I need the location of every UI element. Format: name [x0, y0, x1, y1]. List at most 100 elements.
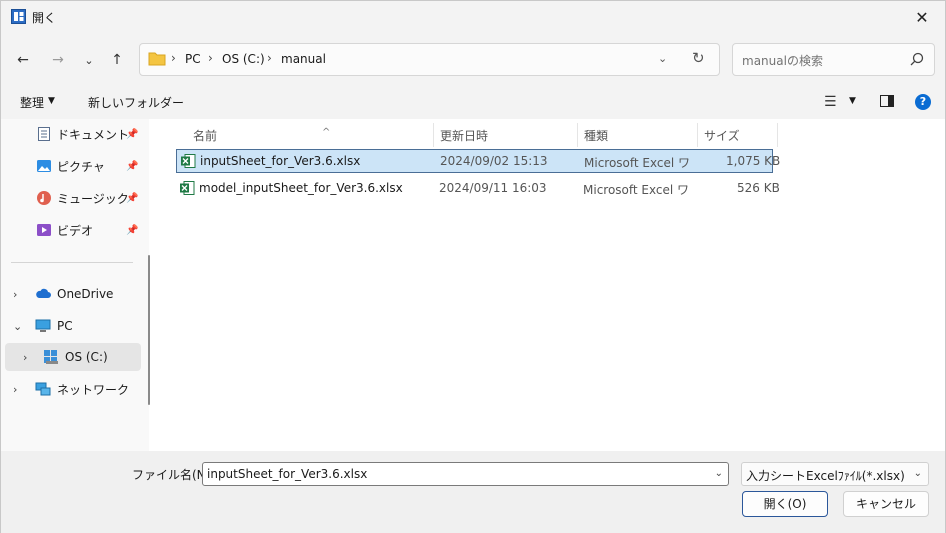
file-modified: 2024/09/11 16:03: [439, 181, 547, 195]
command-bar: 整理 ▼ 新しいフォルダー ☰ ▼ ?: [1, 85, 945, 119]
sidebar-item-music[interactable]: ミュージック 📌: [1, 184, 142, 212]
sidebar-item-label: ネットワーク: [57, 382, 130, 397]
app-icon: [11, 9, 26, 24]
pin-icon[interactable]: 📌: [126, 193, 138, 204]
search-placeholder: manualの検索: [742, 54, 823, 68]
music-icon: [37, 191, 51, 205]
breadcrumb-separator-icon: ›: [171, 51, 176, 65]
folder-icon: [148, 52, 166, 66]
breadcrumb-pc[interactable]: PC: [185, 52, 201, 66]
arrow-right-icon: →: [52, 52, 64, 68]
file-name: model_inputSheet_for_Ver3.6.xlsx: [199, 181, 403, 195]
chevron-down-icon: ⌄: [84, 53, 94, 67]
cancel-button[interactable]: キャンセル: [843, 491, 929, 517]
help-icon[interactable]: ?: [915, 94, 931, 110]
file-modified: 2024/09/02 15:13: [440, 154, 548, 168]
refresh-icon[interactable]: ↻: [692, 49, 705, 67]
column-header-size[interactable]: サイズ: [698, 123, 778, 147]
sidebar-item-videos[interactable]: ビデオ 📌: [1, 216, 142, 244]
sidebar-item-label: ミュージック: [57, 191, 129, 206]
column-header-name[interactable]: 名前 ^: [176, 123, 434, 147]
pictures-icon: [37, 160, 51, 172]
sidebar-item-label: PC: [57, 319, 73, 333]
column-header-type[interactable]: 種類: [578, 123, 698, 147]
search-icon: [910, 52, 924, 66]
sidebar-scrollbar[interactable]: [148, 255, 150, 405]
chevron-down-icon[interactable]: ⌄: [13, 320, 22, 333]
cloud-icon: [36, 288, 51, 298]
chevron-down-icon[interactable]: ⌄: [715, 468, 723, 479]
chevron-right-icon[interactable]: ›: [13, 383, 17, 396]
file-size: 1,075 KB: [726, 154, 781, 168]
column-header-label: サイズ: [704, 129, 740, 143]
file-type-value: 入力シートExcelﾌｧｲﾙ(*.xlsx): [746, 469, 905, 483]
chevron-right-icon[interactable]: ›: [13, 288, 17, 301]
back-button[interactable]: ←: [10, 47, 36, 73]
document-icon: [38, 127, 50, 141]
file-list: 名前 ^ 更新日時 種類 サイズ inputSheet_for_Ver3.6.x…: [159, 119, 945, 451]
dialog-footer: ファイル名(N): inputSheet_for_Ver3.6.xlsx ⌄ 入…: [1, 451, 945, 533]
address-bar[interactable]: › PC › OS (C:) › manual ⌄ ↻: [139, 43, 720, 76]
open-button[interactable]: 開く(O): [742, 491, 828, 517]
sidebar-item-label: OS (C:): [65, 350, 108, 364]
navigation-bar: ← → ⌄ ↑ › PC › OS (C:) › manual ⌄ ↻ manu…: [1, 33, 945, 85]
video-icon: [37, 224, 51, 236]
file-row[interactable]: model_inputSheet_for_Ver3.6.xlsx 2024/09…: [176, 177, 780, 201]
chevron-right-icon[interactable]: ›: [23, 351, 27, 364]
caret-down-icon: ▼: [48, 96, 55, 106]
sidebar-item-documents[interactable]: ドキュメント 📌: [1, 120, 142, 148]
sidebar-item-label: ビデオ: [57, 223, 94, 238]
sort-ascending-icon: ^: [322, 127, 331, 138]
pin-icon[interactable]: 📌: [126, 129, 138, 140]
file-name: inputSheet_for_Ver3.6.xlsx: [200, 154, 361, 168]
caret-down-icon[interactable]: ▼: [849, 96, 856, 106]
breadcrumb-folder[interactable]: manual: [281, 52, 326, 66]
search-input[interactable]: manualの検索: [732, 43, 935, 76]
new-folder-button[interactable]: 新しいフォルダー: [88, 94, 184, 111]
column-header-label: 種類: [584, 129, 609, 143]
pc-icon: [35, 319, 51, 332]
recent-locations-button[interactable]: ⌄: [76, 47, 102, 73]
breadcrumb-separator-icon: ›: [208, 51, 213, 65]
excel-file-icon: [180, 181, 195, 195]
close-button[interactable]: ✕: [899, 1, 945, 33]
view-options-icon[interactable]: ☰: [824, 94, 837, 110]
sidebar-item-pictures[interactable]: ピクチャ 📌: [1, 152, 142, 180]
pin-icon[interactable]: 📌: [126, 225, 138, 236]
arrow-left-icon: ←: [17, 52, 29, 68]
forward-button[interactable]: →: [45, 47, 71, 73]
sidebar-item-label: ドキュメント: [57, 127, 130, 142]
address-history-dropdown-icon[interactable]: ⌄: [658, 52, 667, 65]
excel-file-icon: [181, 154, 196, 168]
sidebar-item-drive-c[interactable]: › OS (C:): [5, 343, 141, 371]
arrow-up-icon: ↑: [111, 52, 123, 68]
window-title: 開く: [32, 11, 57, 25]
network-icon: [35, 382, 51, 396]
close-icon: ✕: [915, 7, 929, 27]
breadcrumb-separator-icon: ›: [267, 51, 272, 65]
file-row[interactable]: inputSheet_for_Ver3.6.xlsx 2024/09/02 15…: [176, 149, 780, 173]
sidebar-item-label: ピクチャ: [57, 159, 105, 174]
sidebar-divider: [11, 262, 133, 263]
title-bar: 開く ✕: [1, 1, 945, 33]
filename-value: inputSheet_for_Ver3.6.xlsx: [207, 467, 368, 481]
column-header-modified[interactable]: 更新日時: [434, 123, 578, 147]
file-type-select[interactable]: 入力シートExcelﾌｧｲﾙ(*.xlsx) ⌄: [741, 462, 929, 486]
chevron-down-icon: ⌄: [913, 468, 922, 479]
sidebar-item-network[interactable]: › ネットワーク: [1, 375, 142, 403]
up-button[interactable]: ↑: [104, 47, 130, 73]
sidebar-item-label: OneDrive: [57, 287, 114, 301]
sidebar-item-onedrive[interactable]: › OneDrive: [1, 280, 142, 308]
pin-icon[interactable]: 📌: [126, 161, 138, 172]
file-type: Microsoft Excel ワ...: [584, 156, 690, 170]
filename-field[interactable]: inputSheet_for_Ver3.6.xlsx ⌄: [202, 462, 729, 486]
navigation-pane: ドキュメント 📌 ピクチャ 📌 ミュージック 📌 ビデオ 📌 › OneDriv…: [1, 119, 150, 451]
breadcrumb-drive[interactable]: OS (C:): [222, 52, 265, 66]
column-header-label: 更新日時: [440, 129, 489, 143]
organize-button[interactable]: 整理: [20, 94, 44, 111]
preview-pane-icon[interactable]: [880, 95, 894, 107]
file-size: 526 KB: [737, 181, 780, 195]
file-type: Microsoft Excel ワ...: [583, 183, 689, 197]
drive-icon: [44, 350, 58, 364]
sidebar-item-pc[interactable]: ⌄ PC: [1, 312, 142, 340]
